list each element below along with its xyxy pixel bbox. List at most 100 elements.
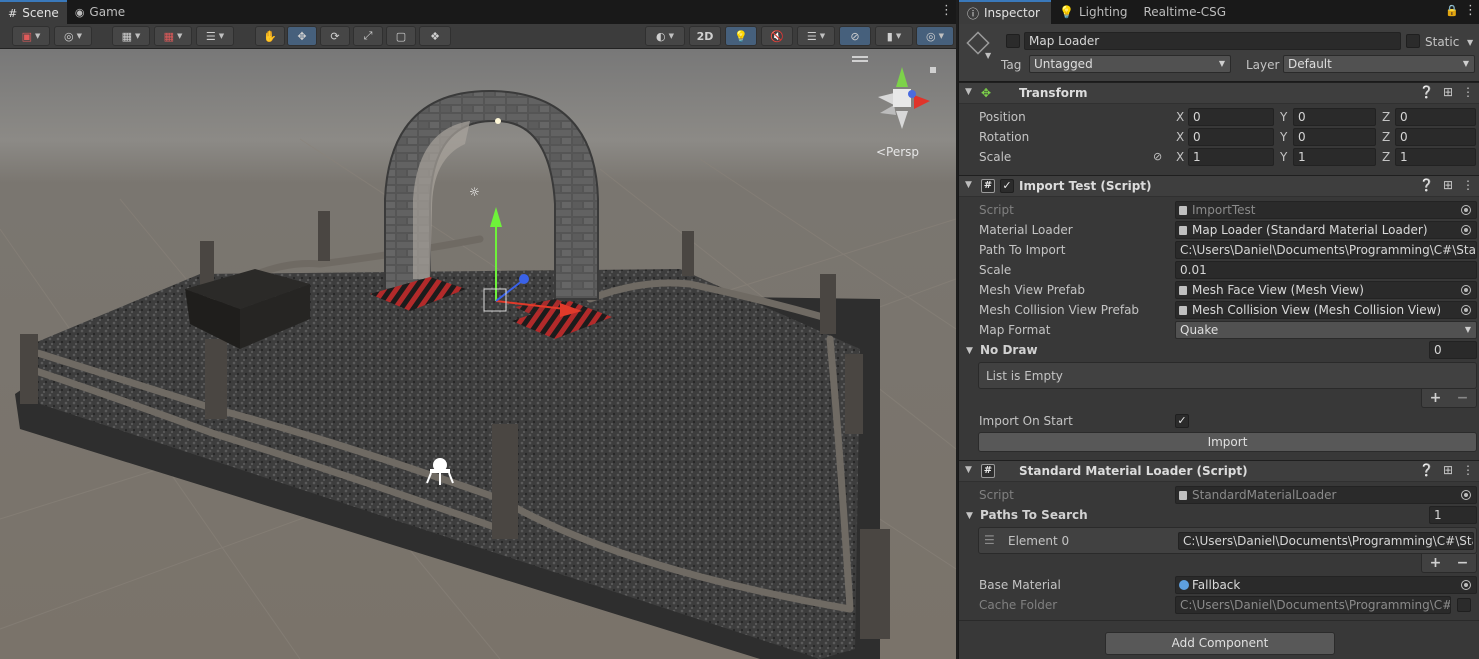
position-y-field[interactable]: 0	[1293, 108, 1376, 126]
import-test-enabled-checkbox[interactable]: ✓	[1000, 179, 1014, 193]
active-checkbox[interactable]	[1006, 34, 1020, 48]
icon-dropdown-icon[interactable]: ▼	[985, 51, 991, 60]
mesh-view-prefab-field[interactable]: Mesh Face View (Mesh View)	[1175, 281, 1477, 299]
scale-y-field[interactable]: 1	[1293, 148, 1376, 166]
no-draw-list-buttons: + −	[1421, 389, 1477, 408]
effects-button[interactable]: ☰ ▼	[797, 26, 835, 46]
component-menu-icon[interactable]: ⋮	[1462, 463, 1474, 477]
rotation-y-field[interactable]: 0	[1293, 128, 1376, 146]
tab-lighting[interactable]: 💡 Lighting	[1051, 0, 1135, 24]
foldout-icon[interactable]: ▼	[965, 465, 972, 475]
scale-tool-button[interactable]: ⤢	[353, 26, 383, 46]
position-x-field[interactable]: 0	[1188, 108, 1274, 126]
drag-handle-icon[interactable]: ☰	[984, 532, 995, 548]
map-format-dropdown[interactable]: Quake ▼	[1175, 321, 1477, 339]
paths-foldout-icon[interactable]: ▼	[966, 508, 973, 524]
no-draw-count-field[interactable]: 0	[1429, 341, 1477, 359]
preset-icon[interactable]: ⊞	[1443, 463, 1453, 477]
increment-snap-button[interactable]: ▦ ▼	[154, 26, 192, 46]
path-to-import-field[interactable]: C:\Users\Daniel\Documents\Programming\C#…	[1175, 241, 1477, 259]
static-dropdown-icon[interactable]: ▼	[1467, 35, 1473, 51]
2d-toggle-button[interactable]: 2D	[689, 26, 721, 46]
object-picker-icon[interactable]	[1461, 225, 1471, 235]
transform-header[interactable]: ▼ ✥ Transform ❔ ⊞ ⋮	[959, 82, 1479, 104]
hidden-objects-toggle[interactable]: ⊘	[839, 26, 871, 46]
import-on-start-checkbox[interactable]: ✓	[1175, 414, 1189, 428]
rect-tool-button[interactable]: ▢	[386, 26, 416, 46]
paths-count-field[interactable]: 1	[1429, 506, 1477, 524]
gizmo-draw-mode-button[interactable]: ▣ ▼	[12, 26, 50, 46]
import-button[interactable]: Import	[978, 432, 1477, 452]
camera-button[interactable]: ▮ ▼	[875, 26, 913, 46]
axis-y-label[interactable]: Y	[1280, 149, 1287, 165]
tab-realtime-csg[interactable]: Realtime-CSG	[1135, 0, 1234, 24]
component-menu-icon[interactable]: ⋮	[1462, 85, 1474, 99]
move-tool-button[interactable]: ✥	[287, 26, 317, 46]
tab-inspector[interactable]: ⓘ Inspector	[959, 0, 1051, 24]
object-picker-icon[interactable]	[1461, 305, 1471, 315]
component-menu-icon[interactable]: ⋮	[1462, 178, 1474, 192]
position-z-field[interactable]: 0	[1395, 108, 1476, 126]
no-draw-foldout-icon[interactable]: ▼	[966, 343, 973, 359]
paths-to-search-label[interactable]: Paths To Search	[980, 507, 1088, 523]
gizmos-button[interactable]: ◎ ▼	[916, 26, 954, 46]
object-picker-icon[interactable]	[1461, 580, 1471, 590]
help-icon[interactable]: ❔	[1419, 85, 1434, 99]
axis-y-label[interactable]: Y	[1280, 109, 1287, 125]
constrain-proportions-icon[interactable]: ⊘	[1153, 149, 1162, 165]
axis-z-label[interactable]: Z	[1382, 149, 1390, 165]
cache-folder-toggle[interactable]	[1457, 598, 1471, 612]
scene-menu-icon[interactable]: ⋮	[940, 4, 953, 18]
add-element-button[interactable]: +	[1430, 390, 1442, 406]
add-component-button[interactable]: Add Component	[1105, 632, 1335, 655]
rotation-x-field[interactable]: 0	[1188, 128, 1274, 146]
rotate-tool-button[interactable]: ⟳	[320, 26, 350, 46]
axis-z-label[interactable]: Z	[1382, 109, 1390, 125]
add-element-button[interactable]: +	[1430, 555, 1442, 571]
hand-tool-button[interactable]: ✋	[255, 26, 285, 46]
axis-x-label[interactable]: X	[1176, 109, 1184, 125]
import-scale-field[interactable]: 0.01	[1175, 261, 1477, 279]
layer-dropdown[interactable]: Default ▼	[1283, 55, 1475, 73]
import-test-header[interactable]: ▼ # ✓ Import Test (Script) ❔ ⊞ ⋮	[959, 175, 1479, 197]
lighting-toggle-button[interactable]: 💡	[725, 26, 757, 46]
help-icon[interactable]: ❔	[1419, 178, 1434, 192]
mesh-collision-prefab-label: Mesh Collision View Prefab	[979, 303, 1140, 317]
global-toggle-button[interactable]: ◎ ▼	[54, 26, 92, 46]
foldout-icon[interactable]: ▼	[965, 180, 972, 190]
element-0-field[interactable]: C:\Users\Daniel\Documents\Programming\C#…	[1178, 532, 1474, 550]
transform-tool-button[interactable]: ❖	[419, 26, 451, 46]
scale-z-field[interactable]: 1	[1395, 148, 1476, 166]
object-picker-icon[interactable]	[1461, 285, 1471, 295]
material-loader-field[interactable]: Map Loader (Standard Material Loader)	[1175, 221, 1477, 239]
scene-viewport[interactable]: ☼ <Persp	[0, 49, 956, 659]
no-draw-label[interactable]: No Draw	[980, 342, 1038, 358]
axis-z-label[interactable]: Z	[1382, 129, 1390, 145]
rotation-z-field[interactable]: 0	[1395, 128, 1476, 146]
shading-mode-button[interactable]: ◐ ▼	[645, 26, 685, 46]
axis-x-label[interactable]: X	[1176, 149, 1184, 165]
mesh-collision-prefab-field[interactable]: Mesh Collision View (Mesh Collision View…	[1175, 301, 1477, 319]
foldout-icon[interactable]: ▼	[965, 87, 972, 97]
standard-material-loader-header[interactable]: ▼ # Standard Material Loader (Script) ❔ …	[959, 460, 1479, 482]
remove-element-button[interactable]: −	[1457, 555, 1469, 571]
object-name-field[interactable]: Map Loader	[1024, 32, 1401, 50]
preset-icon[interactable]: ⊞	[1443, 85, 1453, 99]
preset-icon[interactable]: ⊞	[1443, 178, 1453, 192]
tag-dropdown[interactable]: Untagged ▼	[1029, 55, 1231, 73]
scale-x-field[interactable]: 1	[1188, 148, 1274, 166]
help-icon[interactable]: ❔	[1419, 463, 1434, 477]
remove-element-button[interactable]: −	[1457, 390, 1469, 406]
audio-toggle-button[interactable]: 🔇	[761, 26, 793, 46]
lock-icon[interactable]: 🔒	[1445, 4, 1459, 18]
axis-y-label[interactable]: Y	[1280, 129, 1287, 145]
base-material-field[interactable]: Fallback	[1175, 576, 1477, 594]
persp-label[interactable]: <Persp	[876, 144, 919, 160]
tab-scene[interactable]: # Scene	[0, 0, 67, 24]
inspector-menu-icon[interactable]: ⋮	[1464, 4, 1477, 18]
axis-x-label[interactable]: X	[1176, 129, 1184, 145]
grid-snap-button[interactable]: ▦ ▼	[112, 26, 150, 46]
tab-game[interactable]: ◉ Game	[67, 0, 133, 24]
ruler-button[interactable]: ☰ ▼	[196, 26, 234, 46]
static-checkbox[interactable]	[1406, 34, 1420, 48]
